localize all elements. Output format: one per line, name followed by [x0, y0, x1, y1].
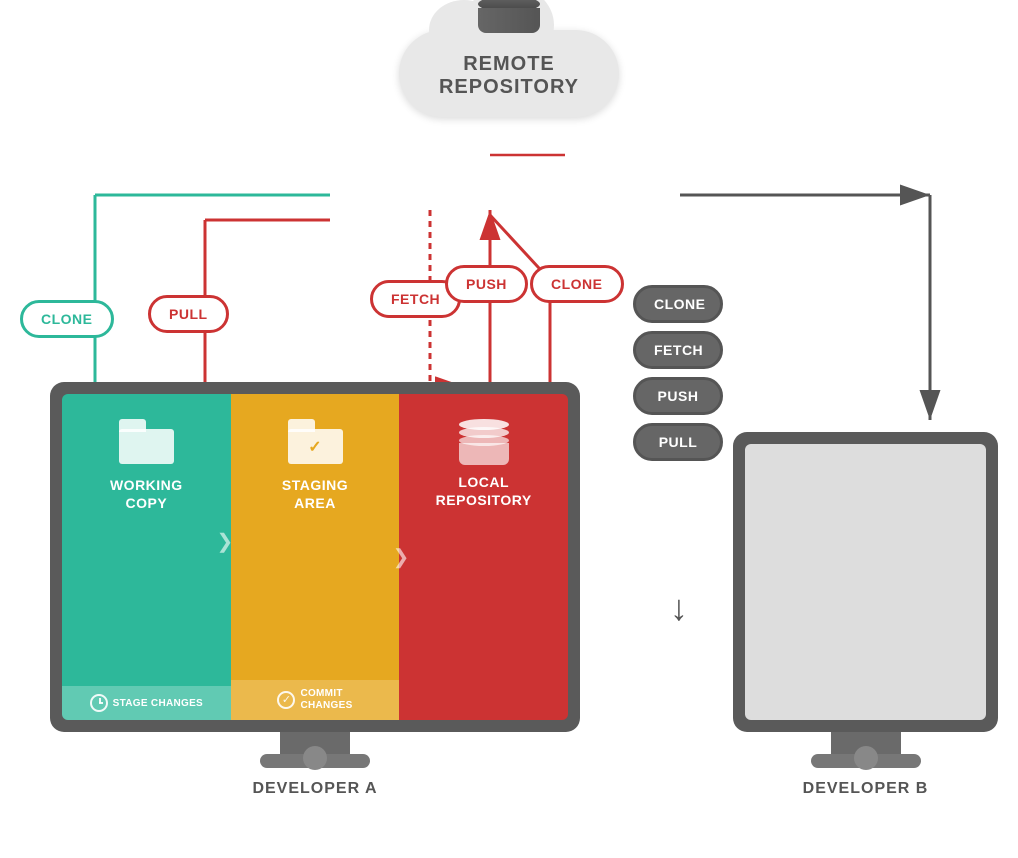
database-icon: [478, 0, 540, 33]
push-dark-button[interactable]: PUSH: [633, 377, 723, 415]
staging-check-icon: ✓: [308, 437, 321, 457]
developer-b-wrapper: DEVELOPER B: [733, 432, 998, 798]
clone-dark-button[interactable]: CLONE: [633, 285, 723, 323]
chevron-icon-2: ❯: [217, 529, 234, 554]
working-copy-folder-icon: [119, 419, 174, 464]
push-button[interactable]: PUSH: [445, 265, 528, 303]
remote-repo-section: REMOTE REPOSITORY: [399, 30, 619, 117]
pull-dark-button[interactable]: PULL: [633, 423, 723, 461]
fetch-dark-button[interactable]: FETCH: [633, 331, 723, 369]
staging-area-folder-icon: ✓: [288, 419, 343, 464]
monitor-a-screen: WORKINGCOPY STAGE CHANGES: [62, 394, 568, 720]
working-copy-label: WORKINGCOPY: [110, 476, 183, 512]
commit-changes-label: COMMITCHANGES: [300, 688, 352, 712]
monitor-b-screen: [745, 444, 986, 720]
pull-button[interactable]: PULL: [148, 295, 229, 333]
developer-b-label: DEVELOPER B: [733, 780, 998, 798]
diagram-container: REMOTE REPOSITORY CLONE PULL FETCH PUSH …: [0, 0, 1018, 858]
check-circle-icon: ✓: [277, 691, 295, 709]
clock-icon: [90, 694, 108, 712]
dev-b-down-arrow: ↓: [670, 590, 688, 626]
stage-changes-strip: STAGE CHANGES: [62, 686, 231, 720]
local-repo-area: LOCALREPOSITORY: [399, 394, 568, 720]
commit-changes-strip: ✓ COMMITCHANGES: [231, 680, 400, 720]
developer-a-label: DEVELOPER A: [50, 780, 580, 798]
clone-red-button[interactable]: CLONE: [530, 265, 624, 303]
clone-teal-button[interactable]: CLONE: [20, 300, 114, 338]
monitor-b-button: [854, 746, 878, 770]
staging-area-label: STAGINGAREA: [282, 476, 348, 512]
monitor-a-button: [303, 746, 327, 770]
dev-b-pill-stack: CLONE FETCH PUSH PULL: [633, 285, 723, 461]
stage-changes-label: STAGE CHANGES: [113, 698, 203, 709]
cloud-shape: REMOTE REPOSITORY: [399, 30, 619, 117]
local-repo-db-icon: [459, 419, 509, 465]
chevron-icon-1: ❯: [393, 545, 410, 570]
monitor-a: WORKINGCOPY STAGE CHANGES: [50, 382, 580, 732]
staging-area: ✓ STAGINGAREA ✓ COMMITCHANGES ❯: [231, 394, 400, 720]
working-copy-area: WORKINGCOPY STAGE CHANGES: [62, 394, 231, 720]
developer-a-wrapper: WORKINGCOPY STAGE CHANGES: [50, 382, 580, 798]
remote-repo-label: REMOTE REPOSITORY: [429, 48, 589, 99]
monitor-b: [733, 432, 998, 732]
local-repo-label: LOCALREPOSITORY: [436, 473, 532, 509]
